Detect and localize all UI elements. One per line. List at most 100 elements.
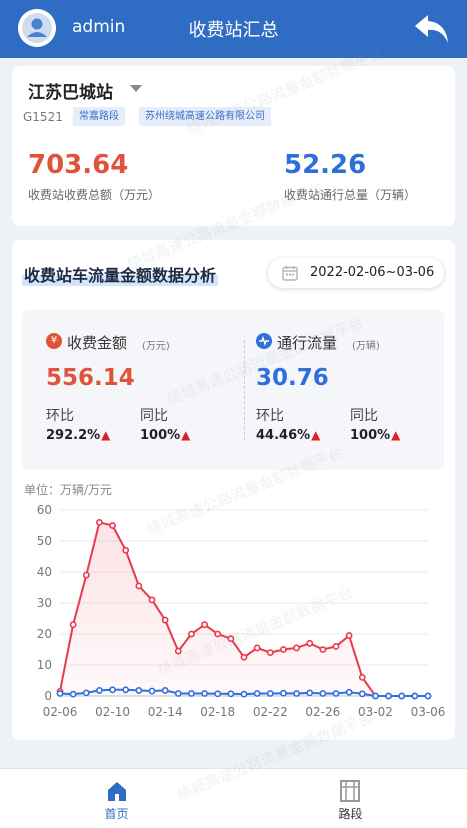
- data-point: [122, 546, 130, 554]
- amount-title: 收费金额: [67, 334, 128, 352]
- page-title: 收费站汇总: [188, 20, 279, 41]
- data-point: [82, 571, 90, 579]
- tab-road[interactable]: 路段: [234, 769, 467, 828]
- data-point: [96, 687, 103, 694]
- amount-value: 556.14: [46, 365, 135, 391]
- data-point: [240, 690, 248, 698]
- date-range-text: 2022-02-06~03-06: [310, 265, 435, 280]
- up-arrow-icon: ▲: [311, 428, 321, 442]
- analysis-card: 收费站车流量金额数据分析 2022-02-06~03-06 ¥ 收费金额 (万元…: [12, 240, 455, 740]
- data-point: [69, 690, 77, 698]
- home-icon: [108, 782, 126, 801]
- data-point: [227, 635, 235, 643]
- data-point: [372, 692, 379, 700]
- data-point: [280, 689, 287, 697]
- data-point: [345, 632, 353, 639]
- pulse-icon: [256, 333, 272, 349]
- total-amount-label: 收费站收费总额（万元）: [28, 188, 161, 202]
- data-point: [345, 688, 353, 696]
- y-tick-label: 0: [44, 689, 52, 703]
- data-point: [227, 690, 235, 698]
- data-point: [306, 639, 314, 647]
- date-range-picker[interactable]: 2022-02-06~03-06: [268, 258, 444, 288]
- traffic-value: 30.76: [256, 365, 329, 391]
- traffic-mom-value: 44.46%: [256, 428, 311, 443]
- data-point: [319, 690, 327, 697]
- amount-mom-value: 292.2%: [46, 428, 101, 443]
- total-traffic-value: 52.26: [284, 150, 367, 180]
- x-tick-label: 02-06: [43, 705, 78, 719]
- data-point: [306, 689, 314, 697]
- amount-mom-label: 环比: [46, 408, 74, 424]
- traffic-amount-chart: 0 10 20 30 40 50 60 02-06 02-10 02-14 02-18 02-22 02…: [37, 503, 446, 719]
- data-point: [69, 621, 77, 629]
- data-point: [109, 522, 116, 529]
- station-name[interactable]: 江苏巴城站: [28, 78, 113, 103]
- data-point: [358, 673, 366, 681]
- amount-yoy-label: 同比: [140, 408, 168, 424]
- x-tick-label: 02-22: [253, 705, 288, 719]
- x-tick-label: 02-18: [200, 705, 235, 719]
- data-point: [135, 687, 143, 694]
- x-tick-label: 02-26: [305, 705, 340, 719]
- tab-home-label: 首页: [104, 807, 129, 821]
- pulse-icon-svg: [259, 335, 269, 347]
- data-point: [280, 646, 287, 653]
- yuan-icon: ¥: [46, 333, 62, 349]
- section-title: 收费站车流量金额数据分析: [22, 262, 219, 286]
- tab-home[interactable]: 首页: [0, 769, 233, 828]
- bottom-tabbar: 首页 路段: [0, 768, 467, 828]
- data-point: [253, 690, 261, 697]
- traffic-yoy-stat: 100%▲: [350, 428, 400, 443]
- amount-mom-stat: 292.2%▲: [46, 428, 110, 443]
- data-point: [214, 630, 222, 638]
- data-point: [293, 644, 300, 652]
- data-point: [122, 686, 130, 694]
- road-section-tag: 常嘉路段: [73, 107, 125, 126]
- y-tick-label: 50: [37, 534, 52, 548]
- series-area: [60, 522, 428, 696]
- total-traffic-label: 收费站通行总量（万辆）: [284, 188, 417, 202]
- app-header: admin 收费站汇总: [0, 0, 467, 58]
- x-tick-label: 02-10: [95, 705, 130, 719]
- station-summary-card: 江苏巴城站 G1521 常嘉路段 苏州绕城高速公路有限公司 703.64 52.…: [12, 66, 455, 226]
- back-button[interactable]: [413, 12, 451, 46]
- traffic-mom-label: 环比: [256, 408, 284, 424]
- data-point: [201, 621, 208, 629]
- stats-panel: ¥ 收费金额 (万元) 556.14 环比 同比 292.2%▲ 100%▲ 通…: [22, 310, 444, 470]
- station-dropdown-caret-icon[interactable]: [130, 85, 142, 92]
- data-point: [240, 653, 248, 661]
- stats-divider: [244, 340, 245, 440]
- data-point: [214, 690, 222, 698]
- data-point: [253, 644, 261, 652]
- data-point: [385, 692, 392, 700]
- data-point: [174, 690, 182, 697]
- y-tick-label: 40: [37, 565, 52, 579]
- x-tick-label: 03-02: [358, 705, 393, 719]
- total-amount-value: 703.64: [28, 150, 129, 180]
- traffic-yoy-value: 100%: [350, 428, 391, 443]
- data-point: [411, 692, 419, 700]
- data-point: [201, 690, 208, 697]
- x-tick-label: 02-14: [148, 705, 183, 719]
- traffic-title: 通行流量: [277, 334, 338, 352]
- back-arrow-icon: [415, 15, 448, 43]
- data-point: [358, 690, 366, 698]
- road-icon: [340, 780, 360, 802]
- traffic-yoy-label: 同比: [350, 408, 378, 424]
- y-tick-label: 20: [37, 627, 52, 641]
- y-tick-label: 10: [37, 658, 52, 672]
- y-tick-label: 30: [37, 596, 52, 610]
- data-point: [56, 690, 64, 697]
- up-arrow-icon: ▲: [181, 428, 191, 442]
- data-point: [82, 689, 90, 697]
- data-point: [266, 649, 274, 656]
- company-tag: 苏州绕城高速公路有限公司: [139, 107, 271, 126]
- data-point: [332, 642, 340, 650]
- data-point: [109, 686, 116, 694]
- data-point: [161, 616, 169, 624]
- x-tick-label: 03-06: [411, 705, 446, 719]
- data-point: [161, 687, 169, 694]
- up-arrow-icon: ▲: [101, 428, 111, 442]
- y-tick-label: 60: [37, 503, 52, 517]
